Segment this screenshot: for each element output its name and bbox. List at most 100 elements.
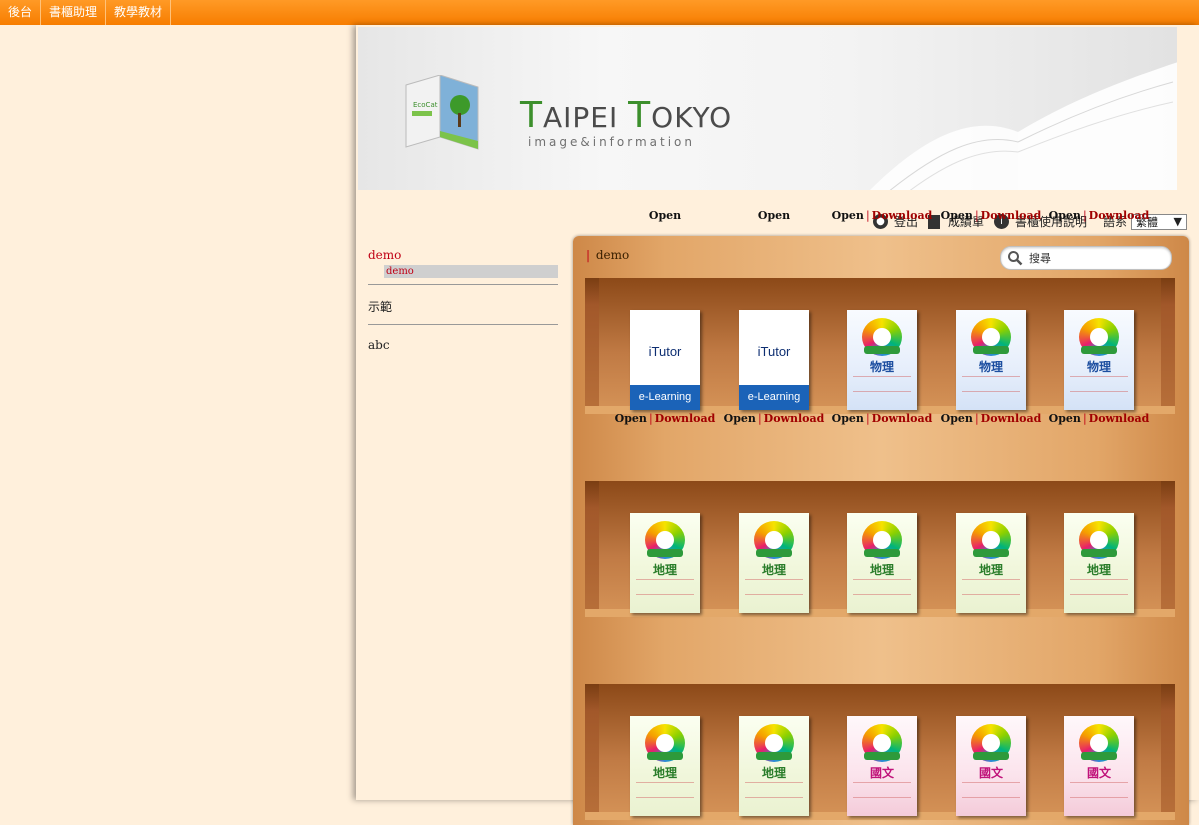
open-link[interactable]: Open <box>1049 209 1081 222</box>
open-link[interactable]: Open <box>615 412 647 425</box>
mini-book-label: EcoCat <box>413 101 438 109</box>
book-actions: Open | Download <box>936 412 1046 425</box>
logo-banner <box>756 752 792 760</box>
book-band: e-Learning <box>739 385 809 410</box>
book-subject: 地理 <box>761 563 786 577</box>
book-actions: Open <box>610 209 720 222</box>
download-link[interactable]: Download <box>872 412 933 425</box>
logo-banner <box>1081 549 1117 557</box>
logo-banner <box>973 549 1009 557</box>
open-link[interactable]: Open <box>758 209 790 222</box>
book-actions: Open | Download <box>936 209 1046 222</box>
book-cover[interactable]: 物理 <box>956 310 1026 410</box>
book-subject: 國文 <box>869 766 894 780</box>
shelf-row: iTutor e-Learning iTutor e-Learning 物理 物理 物理 <box>585 278 1175 414</box>
book-subtitle-lines <box>853 782 911 798</box>
logo-banner <box>1081 346 1117 354</box>
book-cover[interactable]: 地理 <box>739 513 809 613</box>
download-link[interactable]: Download <box>764 412 825 425</box>
download-link[interactable]: Download <box>655 412 716 425</box>
book-actions: Open | Download <box>1044 412 1154 425</box>
download-link[interactable]: Download <box>1089 412 1150 425</box>
book-subtitle-lines <box>962 782 1020 798</box>
book-subject: 地理 <box>652 766 677 780</box>
book-subtitle-lines <box>1070 579 1128 595</box>
book-cover[interactable]: 地理 <box>847 513 917 613</box>
open-link[interactable]: Open <box>649 209 681 222</box>
divider <box>368 324 558 325</box>
link-separator: | <box>648 412 653 425</box>
book-subject: 國文 <box>978 766 1003 780</box>
book-title: iTutor <box>648 344 682 359</box>
book-subtitle-lines <box>1070 782 1128 798</box>
book-subtitle-lines <box>853 376 911 392</box>
logo-banner <box>647 752 683 760</box>
book-cover[interactable]: 物理 <box>847 310 917 410</box>
search-icon <box>1008 251 1023 266</box>
link-separator: | <box>865 209 870 222</box>
open-link[interactable]: Open <box>724 412 756 425</box>
top-nav-bar: 後台 書櫃助理 教學教材 <box>0 0 1199 25</box>
logo-banner <box>756 549 792 557</box>
book-cover[interactable]: 地理 <box>1064 513 1134 613</box>
bookshelf-header: | demo 搜尋 <box>573 236 1189 278</box>
book-cover[interactable]: 國文 <box>956 716 1026 816</box>
open-link[interactable]: Open <box>1049 412 1081 425</box>
book-logo-icon: EcoCat <box>405 75 479 150</box>
nav-admin[interactable]: 後台 <box>0 0 42 25</box>
brand-subtitle: image&information <box>528 135 695 149</box>
brand-title: TAIPEI TOKYO <box>520 95 733 136</box>
download-link[interactable]: Download <box>981 209 1042 222</box>
download-link[interactable]: Download <box>872 209 933 222</box>
search-input[interactable]: 搜尋 <box>1029 250 1051 266</box>
link-separator: | <box>865 412 870 425</box>
book-band: e-Learning <box>630 385 700 410</box>
download-link[interactable]: Download <box>1089 209 1150 222</box>
download-link[interactable]: Download <box>981 412 1042 425</box>
search-box[interactable]: 搜尋 <box>1000 246 1172 270</box>
book-actions: Open | Download <box>610 412 720 425</box>
book-subtitle-lines <box>745 579 803 595</box>
shelf-row: 地理 地理 地理 地理 地理 <box>585 481 1175 617</box>
book-subtitle-lines <box>962 579 1020 595</box>
logo-banner <box>647 549 683 557</box>
book-cover[interactable]: 國文 <box>847 716 917 816</box>
logo-banner <box>973 346 1009 354</box>
nav-teaching-materials[interactable]: 教學教材 <box>106 0 172 25</box>
subcategory-demo[interactable]: demo <box>384 265 558 278</box>
book-cover[interactable]: 物理 <box>1064 310 1134 410</box>
book-subject: 地理 <box>869 563 894 577</box>
logo-banner <box>973 752 1009 760</box>
bookshelf-panel: | demo 搜尋 iTutor e-Learning iTutor e-Learni… <box>573 236 1189 825</box>
book-subject: 地理 <box>652 563 677 577</box>
link-separator: | <box>974 412 979 425</box>
category-abc[interactable]: abc <box>368 335 558 355</box>
book-cover[interactable]: 地理 <box>956 513 1026 613</box>
category-example[interactable]: 示範 <box>368 295 558 318</box>
link-separator: | <box>974 209 979 222</box>
book-cover[interactable]: 地理 <box>630 513 700 613</box>
header-banner: EcoCat TAIPEI TOKYO image&information <box>358 27 1177 190</box>
open-link[interactable]: Open <box>941 412 973 425</box>
dropdown-arrow-icon: ▼ <box>1173 215 1182 228</box>
open-book-image <box>870 62 1177 190</box>
book-actions: Open | Download <box>719 412 829 425</box>
book-cover[interactable]: 國文 <box>1064 716 1134 816</box>
book-cover-itutor[interactable]: iTutor e-Learning <box>630 310 700 410</box>
book-title: iTutor <box>757 344 791 359</box>
nav-bookshelf-assistant[interactable]: 書櫃助理 <box>41 0 107 25</box>
category-demo[interactable]: demo <box>368 245 558 265</box>
book-subtitle-lines <box>962 376 1020 392</box>
open-link[interactable]: Open <box>941 209 973 222</box>
book-actions: Open | Download <box>827 412 937 425</box>
open-link[interactable]: Open <box>832 209 864 222</box>
book-cover-itutor[interactable]: iTutor e-Learning <box>739 310 809 410</box>
logo-banner <box>864 549 900 557</box>
book-cover[interactable]: 地理 <box>630 716 700 816</box>
open-link[interactable]: Open <box>832 412 864 425</box>
link-separator: | <box>1082 412 1087 425</box>
book-subtitle-lines <box>853 579 911 595</box>
book-actions: Open | Download <box>827 209 937 222</box>
book-subject: 國文 <box>1086 766 1111 780</box>
book-cover[interactable]: 地理 <box>739 716 809 816</box>
